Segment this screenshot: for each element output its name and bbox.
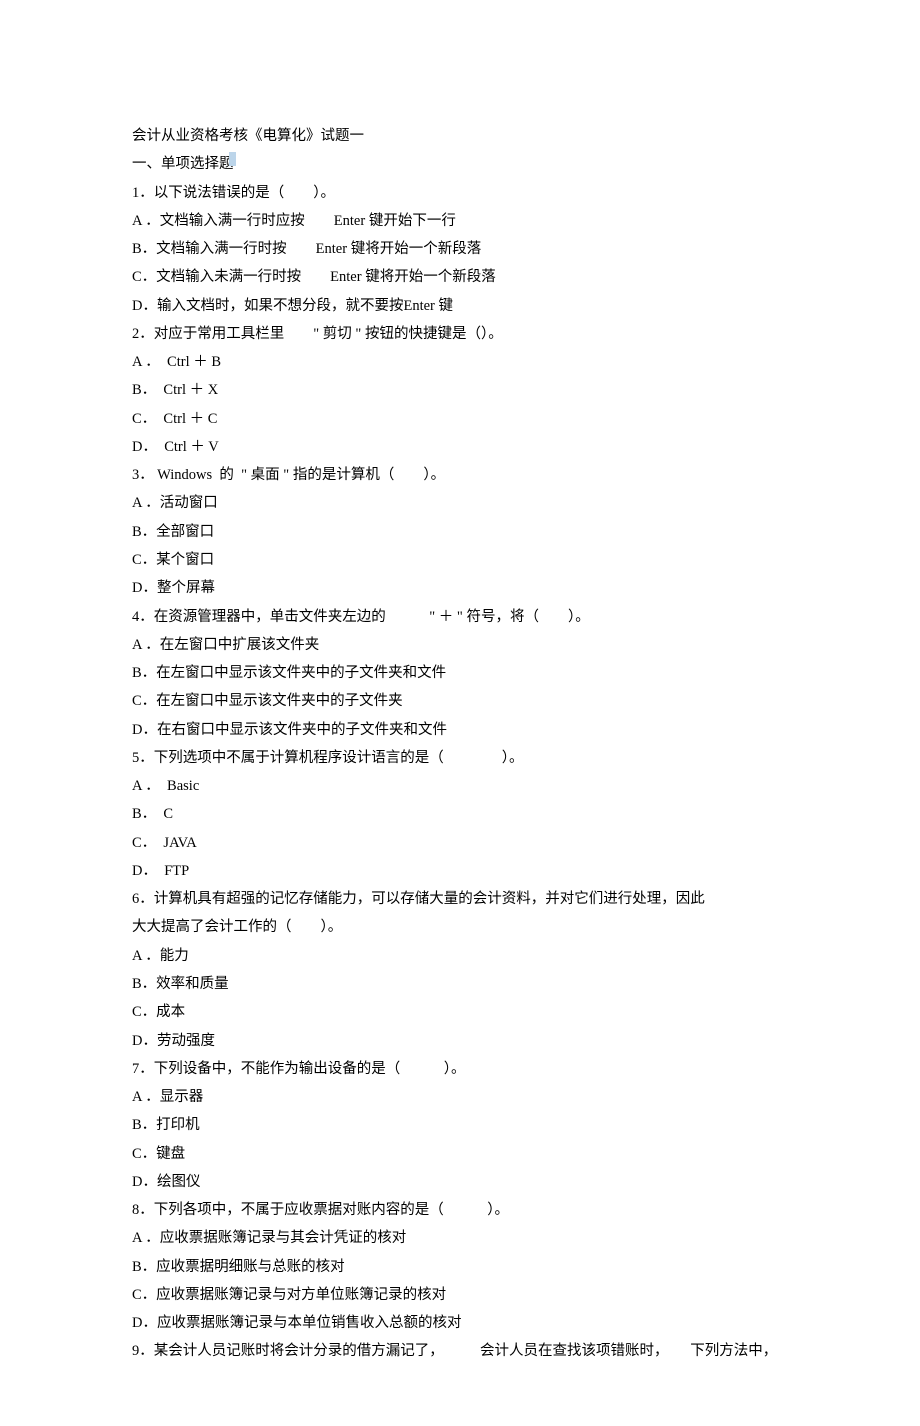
q7-option-a: A ．显示器 <box>132 1083 788 1111</box>
q3-option-a: A ．活动窗口 <box>132 489 788 517</box>
q8-stem: 8．下列各项中，不属于应收票据对账内容的是（ ）。 <box>132 1196 788 1224</box>
q4-option-b: B．在左窗口中显示该文件夹中的子文件夹和文件 <box>132 659 788 687</box>
q5-option-d: D． FTP <box>132 857 788 885</box>
q2-option-d: D． Ctrl ＋ V <box>132 433 788 461</box>
q9-stem: 9．某会计人员记账时将会计分录的借方漏记了， 会计人员在查找该项错账时， 下列方… <box>132 1337 788 1365</box>
q7-stem: 7．下列设备中，不能作为输出设备的是（ ）。 <box>132 1055 788 1083</box>
q4-option-d: D．在右窗口中显示该文件夹中的子文件夹和文件 <box>132 716 788 744</box>
q4-stem: 4．在资源管理器中，单击文件夹左边的 " ＋ " 符号，将（ ）。 <box>132 603 788 631</box>
q7-option-c: C．键盘 <box>132 1140 788 1168</box>
q8-option-d: D．应收票据账簿记录与本单位销售收入总额的核对 <box>132 1309 788 1337</box>
q2-stem: 2．对应于常用工具栏里 " 剪切 " 按钮的快捷键是（）。 <box>132 320 788 348</box>
q6-stem-line2: 大大提高了会计工作的（ ）。 <box>132 913 788 941</box>
q6-option-a: A ．能力 <box>132 942 788 970</box>
q8-option-b: B．应收票据明细账与总账的核对 <box>132 1253 788 1281</box>
section-1-header: 一、单项选择题 <box>132 150 788 178</box>
q6-option-b: B．效率和质量 <box>132 970 788 998</box>
q4-option-c: C．在左窗口中显示该文件夹中的子文件夹 <box>132 687 788 715</box>
q2-option-c: C． Ctrl ＋ C <box>132 405 788 433</box>
q1-option-d: D．输入文档时，如果不想分段，就不要按Enter 键 <box>132 292 788 320</box>
exam-page: 会计从业资格考核《电算化》试题一 一、单项选择题 1．以下说法错误的是（ ）。 … <box>0 0 920 1426</box>
q3-option-d: D．整个屏幕 <box>132 574 788 602</box>
q5-stem: 5．下列选项中不属于计算机程序设计语言的是（ ）。 <box>132 744 788 772</box>
q5-option-c: C． JAVA <box>132 829 788 857</box>
q1-option-c: C．文档输入未满一行时按 Enter 键将开始一个新段落 <box>132 263 788 291</box>
q8-option-c: C．应收票据账簿记录与对方单位账簿记录的核对 <box>132 1281 788 1309</box>
q1-option-b: B．文档输入满一行时按 Enter 键将开始一个新段落 <box>132 235 788 263</box>
q3-stem: 3． Windows 的 " 桌面 " 指的是计算机（ ）。 <box>132 461 788 489</box>
q3-option-b: B．全部窗口 <box>132 518 788 546</box>
q6-option-d: D．劳动强度 <box>132 1027 788 1055</box>
q6-stem-line1: 6．计算机具有超强的记忆存储能力，可以存储大量的会计资料，并对它们进行处理，因此 <box>132 885 788 913</box>
q1-option-a: A ．文档输入满一行时应按 Enter 键开始下一行 <box>132 207 788 235</box>
q5-option-a: A ． Basic <box>132 772 788 800</box>
q8-option-a: A ．应收票据账簿记录与其会计凭证的核对 <box>132 1224 788 1252</box>
section-1-header-text: 一、单项选择题 <box>132 150 234 178</box>
q5-option-b: B． C <box>132 800 788 828</box>
q1-stem: 1．以下说法错误的是（ ）。 <box>132 179 788 207</box>
q2-option-a: A ． Ctrl ＋ B <box>132 348 788 376</box>
q6-option-c: C．成本 <box>132 998 788 1026</box>
q4-option-a: A ．在左窗口中扩展该文件夹 <box>132 631 788 659</box>
q7-option-b: B．打印机 <box>132 1111 788 1139</box>
doc-title: 会计从业资格考核《电算化》试题一 <box>132 122 788 150</box>
q3-option-c: C．某个窗口 <box>132 546 788 574</box>
q7-option-d: D．绘图仪 <box>132 1168 788 1196</box>
q2-option-b: B． Ctrl ＋ X <box>132 376 788 404</box>
